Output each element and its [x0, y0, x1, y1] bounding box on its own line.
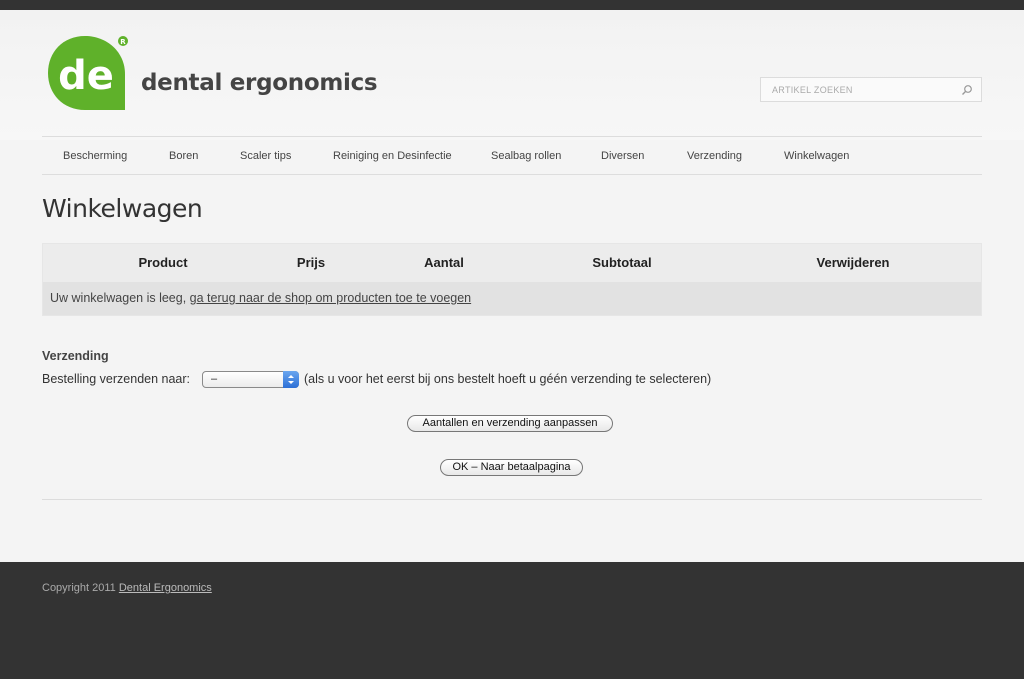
empty-cart-text: Uw winkelwagen is leeg, — [50, 291, 187, 305]
nav-diversen[interactable]: Diversen — [601, 150, 644, 162]
nav-bescherming[interactable]: Bescherming — [63, 150, 127, 162]
nav-sealbag-rollen[interactable]: Sealbag rollen — [491, 150, 561, 162]
footer: Copyright 2011 Dental Ergonomics — [0, 562, 1024, 679]
column-prijs: Prijs — [296, 255, 326, 270]
cart-table-header: Product Prijs Aantal Subtotaal Verwijder… — [43, 244, 981, 282]
content-divider — [42, 499, 982, 500]
shipping-select-value: – — [211, 373, 218, 385]
brand-name: dental ergonomics — [141, 70, 378, 96]
nav-scaler-tips[interactable]: Scaler tips — [240, 150, 291, 162]
shipping-note: (als u voor het eerst bij ons bestelt ho… — [304, 372, 712, 386]
checkout-button[interactable]: OK – Naar betaalpagina — [440, 459, 583, 476]
copyright: Copyright 2011 Dental Ergonomics — [42, 582, 212, 594]
empty-cart-message: Uw winkelwagen is leeg, ga terug naar de… — [50, 291, 471, 305]
column-aantal: Aantal — [424, 255, 464, 270]
page-title: Winkelwagen — [42, 194, 203, 223]
column-product: Product — [138, 255, 188, 270]
search-box — [760, 77, 982, 102]
logo-text: de — [58, 53, 114, 99]
update-cart-button[interactable]: Aantallen en verzending aanpassen — [407, 415, 613, 432]
logo: de R — [48, 36, 128, 110]
footer-brand-link[interactable]: Dental Ergonomics — [119, 582, 212, 594]
top-bar — [0, 0, 1024, 10]
copyright-text: Copyright 2011 — [42, 582, 116, 594]
nav-boren[interactable]: Boren — [169, 150, 198, 162]
search-input[interactable] — [761, 78, 951, 101]
cart-table: Product Prijs Aantal Subtotaal Verwijder… — [42, 243, 982, 316]
column-verwijderen: Verwijderen — [816, 255, 890, 270]
select-arrows-icon — [283, 371, 299, 388]
shipping-heading: Verzending — [42, 349, 109, 363]
main-nav: Bescherming Boren Scaler tips Reiniging … — [42, 136, 982, 175]
shipping-label: Bestelling verzenden naar: — [42, 372, 191, 386]
search-icon[interactable] — [961, 84, 973, 96]
back-to-shop-link[interactable]: ga terug naar de shop om producten toe t… — [190, 291, 471, 305]
nav-reiniging-en-desinfectie[interactable]: Reiniging en Desinfectie — [333, 150, 452, 162]
nav-verzending[interactable]: Verzending — [687, 150, 742, 162]
registered-mark: R — [120, 38, 126, 46]
column-subtotaal: Subtotaal — [592, 255, 652, 270]
shipping-select[interactable]: – — [202, 371, 299, 388]
nav-winkelwagen[interactable]: Winkelwagen — [784, 150, 849, 162]
